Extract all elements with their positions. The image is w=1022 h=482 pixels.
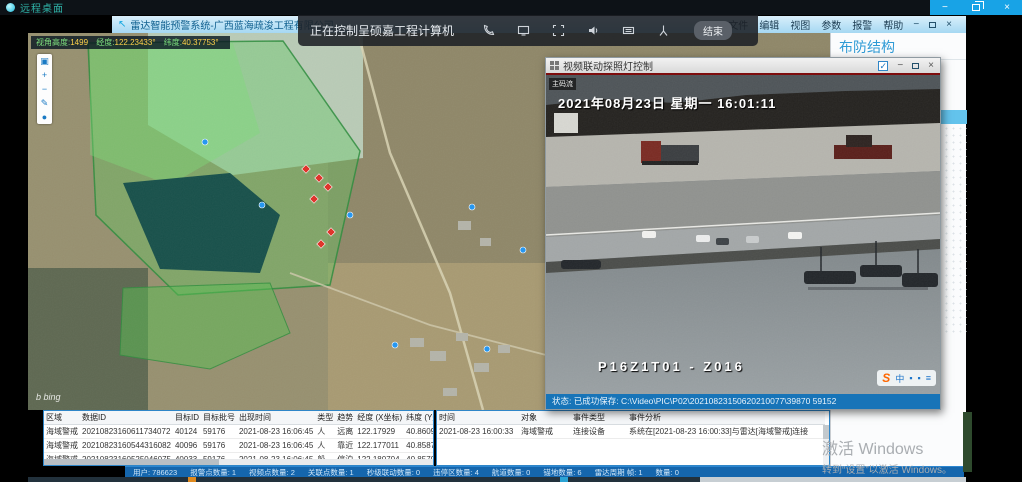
table-row[interactable]: 海域警戒20210823160544316082 4009659176 2021… bbox=[44, 439, 434, 453]
zoom-in-icon[interactable]: + bbox=[42, 70, 47, 80]
taskbar-strip-light bbox=[700, 477, 966, 482]
ime-icon[interactable]: ▪ bbox=[918, 373, 921, 383]
minimize-icon[interactable]: − bbox=[897, 60, 903, 71]
status-item: 报警点数量: 1 bbox=[190, 467, 236, 478]
desktop-edge-strip bbox=[963, 412, 972, 472]
windows-activation-watermark: 激活 Windows 转到“设置”以激活 Windows。 bbox=[822, 435, 952, 476]
maximize-icon[interactable] bbox=[912, 63, 919, 69]
remote-control-toolbar: 正在控制呈硕嘉工程计算机 结束 bbox=[298, 15, 758, 46]
screen-switch-icon[interactable] bbox=[517, 24, 530, 37]
status-item: 视频点数量: 2 bbox=[249, 467, 295, 478]
events-table[interactable]: 时间对象 事件类型事件分析 2021-08-23 16:00:33海域警戒 连接… bbox=[436, 410, 830, 466]
close-icon[interactable]: × bbox=[1004, 0, 1010, 15]
status-item: 航道数量: 0 bbox=[492, 467, 530, 478]
ime-menu-icon[interactable]: ≡ bbox=[926, 373, 931, 383]
locate-icon[interactable]: ● bbox=[42, 112, 47, 122]
menu-alarm[interactable]: 报警 bbox=[852, 17, 872, 32]
status-item: 雷达周期 帧: 1 bbox=[595, 467, 643, 478]
map-extent-icon[interactable]: ▣ bbox=[40, 56, 49, 66]
taskbar-icon[interactable] bbox=[188, 477, 196, 482]
close-icon[interactable]: × bbox=[946, 19, 952, 30]
outer-window-controls: − × bbox=[930, 0, 1022, 15]
minimize-icon[interactable]: − bbox=[913, 19, 919, 30]
menu-edit[interactable]: 编辑 bbox=[759, 17, 779, 32]
remote-desktop-app-icon bbox=[6, 3, 15, 12]
status-item: 用户: 786623 bbox=[133, 467, 177, 478]
sogou-logo-icon: S bbox=[882, 371, 890, 385]
radar-targets-table[interactable]: 区域数据ID 目标ID目标批号 出现时间类型 趋势经度 (X坐标) 纬度 (Y坐… bbox=[43, 410, 434, 466]
video-save-status: 状态: 已成功保存: C:\Video\PIC\P02\202108231506… bbox=[546, 394, 940, 409]
end-session-button[interactable]: 结束 bbox=[694, 21, 732, 40]
map-attribution: b bing bbox=[36, 392, 61, 402]
osd-camera-name: P16Z1T01 - Z016 bbox=[598, 359, 745, 374]
speaker-icon[interactable] bbox=[587, 24, 600, 37]
menu-view[interactable]: 视图 bbox=[790, 17, 810, 32]
taskbar-strip bbox=[28, 477, 700, 482]
video-window-title: 视频联动探照灯控制 bbox=[563, 58, 653, 73]
close-icon[interactable]: × bbox=[928, 60, 934, 71]
outer-window-title: 远程桌面 bbox=[20, 0, 64, 15]
app-window-controls: − × bbox=[913, 19, 966, 30]
voice-call-icon[interactable] bbox=[482, 24, 495, 37]
stream-tag: 主码流 bbox=[549, 78, 576, 90]
grid-icon bbox=[550, 61, 559, 70]
outer-titlebar: 远程桌面 bbox=[0, 0, 1022, 15]
status-item: 锚地数量: 6 bbox=[543, 467, 581, 478]
table-row[interactable]: 海域警戒20210823160611734072 4012459176 2021… bbox=[44, 425, 434, 439]
remote-desktop-screen: 远程桌面 − × bbox=[0, 0, 1022, 482]
harbor-scene bbox=[546, 75, 940, 394]
panel-title: 布防结构 bbox=[831, 33, 966, 60]
video-window: 视频联动探照灯控制 ✓ − × bbox=[545, 57, 941, 410]
video-window-titlebar[interactable]: 视频联动探照灯控制 ✓ − × bbox=[546, 58, 940, 73]
remote-status-text: 正在控制呈硕嘉工程计算机 bbox=[310, 22, 454, 39]
status-item: 秒级联动数量: 0 bbox=[367, 467, 420, 478]
table-header-row: 区域数据ID 目标ID目标批号 出现时间类型 趋势经度 (X坐标) 纬度 (Y坐… bbox=[44, 411, 434, 425]
status-item: 关联点数量: 1 bbox=[308, 467, 354, 478]
restore-icon[interactable] bbox=[972, 4, 980, 11]
tools-icon[interactable] bbox=[657, 24, 670, 37]
map-toolbar: ▣ + − ✎ ● bbox=[37, 54, 52, 124]
status-item: 数量: 0 bbox=[656, 467, 679, 478]
remote-toolbar-icons bbox=[482, 24, 670, 37]
horizontal-scrollbar[interactable] bbox=[44, 459, 433, 465]
minimize-icon[interactable]: − bbox=[942, 0, 948, 15]
fullscreen-icon[interactable] bbox=[552, 24, 565, 37]
taskbar-icon[interactable] bbox=[560, 477, 568, 482]
ime-toolbar[interactable]: S 中 ▪ ▪ ≡ bbox=[877, 370, 936, 386]
table-header-row: 时间对象 事件类型事件分析 bbox=[437, 411, 825, 425]
menu-help[interactable]: 帮助 bbox=[883, 17, 903, 32]
maximize-icon[interactable] bbox=[929, 22, 936, 28]
osd-timestamp: 2021年08月23日 星期一 16:01:11 bbox=[558, 93, 776, 112]
checkbox-icon[interactable]: ✓ bbox=[878, 61, 888, 71]
ime-lang[interactable]: 中 bbox=[895, 372, 904, 385]
menu-params[interactable]: 参数 bbox=[821, 17, 841, 32]
zoom-out-icon[interactable]: − bbox=[42, 84, 47, 94]
keyboard-icon[interactable] bbox=[622, 24, 635, 37]
draw-icon[interactable]: ✎ bbox=[41, 98, 49, 108]
app-icon: ↖ bbox=[118, 19, 126, 30]
map-coordinates-readout: 视角高度:1499 经度:122.23433° 纬度:40.37753° bbox=[31, 36, 230, 49]
status-item: 违停区数量: 4 bbox=[433, 467, 479, 478]
video-window-controls: ✓ − × bbox=[878, 60, 936, 71]
table-row[interactable]: 2021-08-23 16:00:33海域警戒 连接设备系统在[2021-08-… bbox=[437, 425, 825, 439]
camera-feed: 主码流 2021年08月23日 星期一 16:01:11 P16Z1T01 - … bbox=[546, 73, 940, 394]
ime-icon[interactable]: ▪ bbox=[909, 373, 912, 383]
